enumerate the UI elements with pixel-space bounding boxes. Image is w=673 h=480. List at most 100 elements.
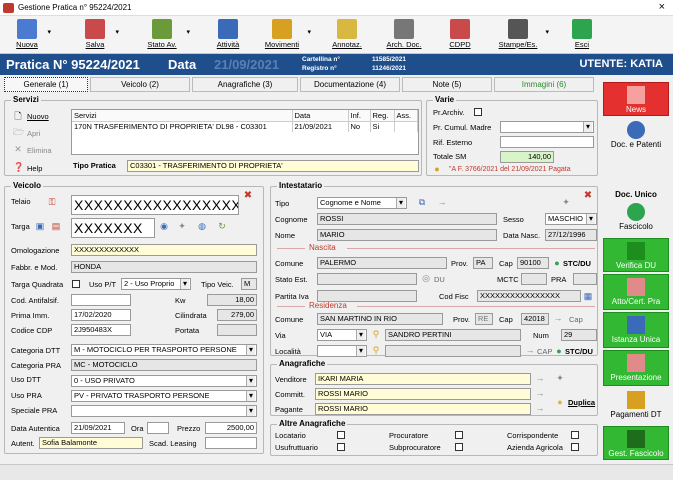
tab-immagini[interactable]: Immagini (6) (494, 77, 594, 92)
atto-cert-button[interactable]: Atto/Cert. Pra (603, 274, 669, 310)
cdpd-button[interactable]: CDPD (446, 18, 474, 52)
speciale-pra-select[interactable] (71, 405, 257, 417)
telaio-field[interactable]: XXXXXXXXXXXXXXXXX (71, 195, 239, 215)
plate-icon[interactable]: ▣ (35, 221, 45, 231)
localita-select[interactable] (317, 345, 367, 357)
comune-field[interactable]: PALERMO (317, 257, 447, 269)
cumul-select[interactable] (500, 121, 594, 133)
duplica-icon[interactable]: ● (555, 397, 565, 407)
salva-button[interactable]: Salva ▾ (80, 18, 119, 52)
pagamenti-dt-button[interactable]: Pagamenti DT (603, 388, 669, 424)
cognome-field[interactable]: ROSSI (317, 213, 497, 225)
residenza-prov-field[interactable]: RE (475, 313, 493, 325)
tipo-select[interactable]: Cognome e Nome (317, 197, 407, 209)
cod-fisc-field[interactable]: XXXXXXXXXXXXXXXX (477, 290, 581, 302)
residenza-comune-field[interactable]: SAN MARTINO IN RIO (317, 313, 443, 325)
tab-note[interactable]: Note (5) (402, 77, 492, 92)
arch-doc-button[interactable]: Arch. Doc. (384, 18, 424, 52)
committ-field[interactable]: ROSSI MARIO (315, 388, 531, 400)
nuova-button[interactable]: Nuova ▾ (12, 18, 51, 52)
stampe-button[interactable]: Stampe/Es. ▾ (496, 18, 549, 52)
pagante-field[interactable]: ROSSI MARIO (315, 403, 531, 415)
servizi-apri-button[interactable]: Apri (27, 129, 40, 138)
data-nasc-field[interactable]: 27/12/1996 (545, 229, 597, 241)
fascicolo-button[interactable]: Fascicolo (603, 200, 669, 236)
arrow-icon[interactable]: → (437, 197, 447, 207)
tipo-veic-field[interactable]: M (241, 278, 257, 290)
targa-field[interactable]: XXXXXXX (71, 218, 155, 238)
esci-button[interactable]: Esci (568, 18, 596, 52)
satellite-icon[interactable]: ✦ (555, 373, 565, 383)
mctc-field[interactable] (521, 273, 547, 285)
arrow-icon[interactable]: → (553, 313, 563, 323)
uso-dtt-select[interactable]: 0 - USO PRIVATO (71, 375, 257, 387)
presentazione-button[interactable]: Presentazione (603, 350, 669, 386)
localita-field[interactable] (385, 345, 521, 357)
usufruttuario-checkbox[interactable] (337, 443, 345, 451)
tab-generale[interactable]: Generale (1) (4, 77, 88, 92)
stato-est-field[interactable] (317, 273, 417, 285)
subprocuratore-checkbox[interactable] (455, 443, 463, 451)
doc-patenti-button[interactable]: Doc. e Patenti (603, 118, 669, 156)
globe-icon[interactable]: ◍ (197, 221, 207, 231)
totale-sm-field[interactable]: 140,00 (500, 151, 554, 163)
residenza-cap-field[interactable]: 42018 (521, 313, 549, 325)
via-select[interactable]: VIA (317, 329, 367, 341)
data-autentica-field[interactable]: 21/09/2021 (71, 422, 125, 434)
cancel-icon[interactable]: ✖ (243, 191, 253, 201)
num-field[interactable]: 29 (561, 329, 597, 341)
tab-veicolo[interactable]: Veicolo (2) (90, 77, 190, 92)
verifica-du-button[interactable]: Verifica DU (603, 238, 669, 272)
calc-icon[interactable]: ▦ (583, 291, 593, 301)
uso-pra-select[interactable]: PV - PRIVATO TRASPORTO PERSONE (71, 390, 257, 402)
azienda-agricola-checkbox[interactable] (571, 443, 579, 451)
prov-field[interactable]: PA (473, 257, 493, 269)
procuratore-checkbox[interactable] (455, 431, 463, 439)
annotaz-button[interactable]: Annotaz. (330, 18, 364, 52)
rif-esterno-field[interactable] (500, 136, 594, 148)
radio-icon[interactable]: ◎ (421, 273, 431, 283)
autent-field[interactable]: Sofia Balamonte (39, 437, 143, 449)
ora-field[interactable] (147, 422, 169, 434)
sesso-select[interactable]: MASCHIO (545, 213, 597, 225)
corrispondente-checkbox[interactable] (571, 431, 579, 439)
movimenti-button[interactable]: Movimenti ▾ (262, 18, 311, 52)
cap-field[interactable]: 90100 (517, 257, 549, 269)
tab-anagrafiche[interactable]: Anagrafiche (3) (192, 77, 298, 92)
close-icon[interactable]: × (659, 1, 665, 13)
antifalsif-field[interactable] (71, 294, 131, 306)
copy-icon[interactable]: ⧉ (417, 197, 427, 207)
venditore-field[interactable]: IKARI MARIA (315, 373, 531, 385)
categoria-pra-field[interactable]: MC - MOTOCICLO (71, 359, 257, 371)
search-telaio-icon[interactable]: ⚿ (47, 197, 57, 207)
uso-pt-select[interactable]: 2 - Uso Proprio (121, 278, 191, 290)
pdf-icon[interactable]: ▤ (51, 221, 61, 231)
prima-imm-field[interactable]: 17/02/2020 (71, 309, 131, 321)
locatario-checkbox[interactable] (337, 431, 345, 439)
arrow-icon[interactable]: → (535, 373, 545, 383)
vehicle-check-icon[interactable]: ◉ (159, 221, 169, 231)
servizi-nuovo-button[interactable]: Nuovo (27, 112, 49, 121)
gest-fascicolo-button[interactable]: Gest. Fascicolo (603, 426, 669, 460)
arrow-icon[interactable]: → (535, 403, 545, 413)
pra-field[interactable] (573, 273, 597, 285)
cancel-icon[interactable]: ✖ (583, 191, 593, 201)
duplica-button[interactable]: Duplica (568, 398, 595, 407)
news-button[interactable]: News (603, 82, 669, 116)
tab-documentazione[interactable]: Documentazione (4) (300, 77, 400, 92)
targa-quadrata-checkbox[interactable] (72, 280, 80, 288)
fabbr-field[interactable]: HONDA (71, 261, 257, 273)
search-icon[interactable]: ⚲ (371, 345, 381, 355)
scad-leasing-field[interactable] (205, 437, 257, 449)
kw-field[interactable]: 18,00 (207, 294, 257, 306)
istanza-unica-button[interactable]: Istanza Unica (603, 312, 669, 348)
refresh-icon[interactable]: ↻ (217, 221, 227, 231)
cilindrata-field[interactable]: 279,00 (217, 309, 257, 321)
search-icon[interactable]: ⚲ (371, 329, 381, 339)
satellite-icon[interactable]: ✦ (561, 197, 571, 207)
table-row[interactable]: 170N TRASFERIMENTO DI PROPRIETA' DL98 - … (72, 121, 418, 132)
prezzo-field[interactable]: 2500,00 (205, 422, 257, 434)
prarchiv-checkbox[interactable] (474, 108, 482, 116)
servizi-help-button[interactable]: Help (27, 164, 42, 173)
omologazione-field[interactable]: XXXXXXXXXXXXX (71, 244, 257, 256)
